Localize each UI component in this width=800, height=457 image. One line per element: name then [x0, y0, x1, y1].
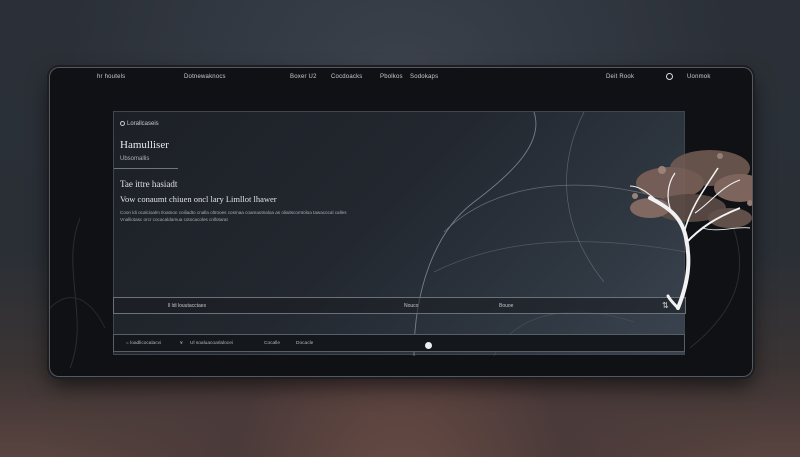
app-window: hr houtels Dotnewaknocs Boxer U2 Cocdoac…: [50, 68, 752, 376]
tree-illustration: [629, 150, 752, 310]
